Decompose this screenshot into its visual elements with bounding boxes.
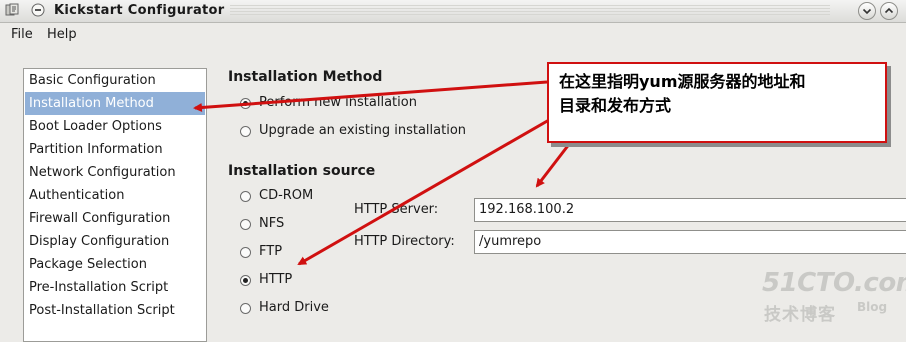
annotation-callout: 在这里指明yum源服务器的地址和 目录和发布方式 (547, 62, 887, 143)
annotation-line-2: 目录和发布方式 (559, 96, 672, 115)
arrow-to-http-option (297, 118, 550, 266)
watermark-blog: Blog (857, 300, 888, 314)
arrow-to-installation-method (193, 80, 548, 112)
arrow-to-http-server (535, 142, 572, 188)
watermark-logo: 51CTO.com (762, 268, 906, 298)
watermark-subtitle: 技术博客 (764, 305, 836, 325)
annotation-line-1: 在这里指明yum源服务器的地址和 (559, 72, 806, 91)
